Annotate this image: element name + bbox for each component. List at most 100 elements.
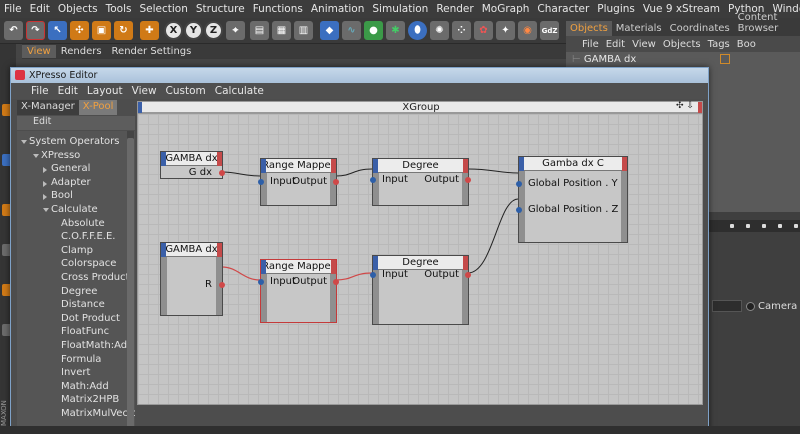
menu-item-objects[interactable]: Objects (58, 3, 98, 15)
port-output-dot[interactable] (333, 279, 339, 285)
tree-item[interactable]: Invert (61, 367, 90, 378)
node-input-handle[interactable] (373, 159, 378, 173)
node-degree-1[interactable]: Degree Input Output (370, 158, 471, 206)
xpresso-tab-x-pool[interactable]: X-Pool (78, 100, 118, 115)
node-input-handle[interactable] (161, 243, 166, 257)
xpresso-edit-menu[interactable]: Edit (17, 116, 135, 130)
xpresso-menu-edit[interactable]: Edit (58, 85, 78, 97)
redo-icon[interactable]: ↷ (26, 21, 45, 40)
node-degree-2[interactable]: Degree Input Output (370, 255, 471, 325)
objects-menu-tags[interactable]: Tags (708, 39, 730, 50)
move-icon[interactable]: ✣ (70, 21, 89, 40)
xgroup-header[interactable]: XGroup ✣ ⇩ (137, 101, 703, 114)
port-input-dot[interactable] (258, 179, 264, 185)
z-axis-icon[interactable]: Z (204, 21, 223, 40)
xpresso-menu-custom[interactable]: Custom (166, 85, 206, 97)
objects-menu-view[interactable]: View (632, 39, 656, 50)
tree-item[interactable]: Clamp (61, 245, 93, 256)
tree-item[interactable]: Matrix2HPB (61, 394, 119, 405)
add-icon[interactable]: ✚ (140, 21, 159, 40)
menu-item-functions[interactable]: Functions (253, 3, 303, 15)
render-pv-icon[interactable]: ▦ (272, 21, 291, 40)
tree-item[interactable]: Calculate (51, 204, 98, 215)
gdz-icon[interactable]: GdZ (540, 21, 559, 40)
attribute-field[interactable] (712, 300, 742, 312)
objects-menu-objects[interactable]: Objects (663, 39, 701, 50)
menu-item-selection[interactable]: Selection (139, 3, 187, 15)
object-row-gamba-dx[interactable]: ⊢ GAMBA dx (572, 54, 636, 65)
port-output-dot[interactable] (333, 179, 339, 185)
tree-item[interactable]: Math:Add (61, 381, 109, 392)
viewport-tab-renders[interactable]: Renders (56, 45, 107, 58)
port-r-dot[interactable] (219, 282, 225, 288)
menu-item-character[interactable]: Character (537, 3, 589, 15)
coord-system-icon[interactable]: ⌖ (226, 21, 245, 40)
objects-menu-boo[interactable]: Boo (737, 39, 756, 50)
node-range-mapper-1[interactable]: Range Mapper Input Output (258, 158, 339, 206)
tree-item[interactable]: FloatMath:Add (61, 340, 133, 351)
xpresso-title-bar[interactable]: XPresso Editor (11, 68, 708, 83)
camera-radio[interactable] (746, 302, 755, 311)
scene-icon[interactable]: ✺ (430, 21, 449, 40)
menu-item-mograph[interactable]: MoGraph (482, 3, 530, 15)
tree-expand-icon[interactable] (33, 153, 39, 158)
menu-item-animation[interactable]: Animation (311, 3, 365, 15)
tab-materials[interactable]: Materials (612, 21, 666, 36)
tree-item[interactable]: Colorspace (61, 258, 116, 269)
menu-item-vue-9-xstream[interactable]: Vue 9 xStream (643, 3, 720, 15)
node-input-handle[interactable] (261, 260, 266, 274)
live-select-icon[interactable]: ↖ (48, 21, 67, 40)
xpresso-menu-calculate[interactable]: Calculate (215, 85, 264, 97)
vue-icon[interactable]: ◉ (518, 21, 537, 40)
scale-icon[interactable]: ▣ (92, 21, 111, 40)
node-input-handle[interactable] (373, 256, 378, 270)
rotate-icon[interactable]: ↻ (114, 21, 133, 40)
object-tag-icon[interactable] (720, 54, 730, 64)
tree-expand-icon[interactable] (43, 167, 47, 174)
node-input-handle[interactable] (519, 157, 524, 171)
viewport-tab-render-settings[interactable]: Render Settings (107, 45, 197, 58)
node-input-handle[interactable] (261, 159, 266, 173)
port-input-dot[interactable] (258, 279, 264, 285)
node-gamba-dx-c[interactable]: Gamba dx C Global Position . Y Global Po… (516, 156, 628, 243)
node-output-handle[interactable] (331, 159, 336, 173)
xgroup-canvas[interactable]: GAMBA dx G dx Range Mapper Input Output (137, 113, 703, 405)
port-input-dot[interactable] (370, 272, 376, 278)
environment-icon[interactable]: ✦ (496, 21, 515, 40)
tree-item[interactable]: Absolute (61, 218, 105, 229)
objects-menu-file[interactable]: File (582, 39, 599, 50)
port-position-y-dot[interactable] (516, 181, 522, 187)
xpresso-menu-layout[interactable]: Layout (87, 85, 123, 97)
menu-item-render[interactable]: Render (436, 3, 473, 15)
x-axis-icon[interactable]: X (164, 21, 183, 40)
port-output-dot[interactable] (465, 177, 471, 183)
viewport-tab-view[interactable]: View (22, 45, 56, 58)
light-icon[interactable]: ⁘ (452, 21, 471, 40)
port-output-dot[interactable] (465, 272, 471, 278)
node-range-mapper-2[interactable]: Range Mapper Input Output (258, 259, 339, 323)
tree-expand-icon[interactable] (43, 208, 49, 212)
camera-icon[interactable]: ✿ (474, 21, 493, 40)
tree-item[interactable]: Distance (61, 299, 105, 310)
tree-item[interactable]: FloatFunc (61, 326, 109, 337)
node-output-handle[interactable] (331, 260, 336, 274)
node-output-handle[interactable] (463, 159, 468, 173)
node-gamba-dx-1[interactable]: GAMBA dx G dx (160, 151, 225, 179)
tree-item[interactable]: Adapter (51, 177, 91, 188)
y-axis-icon[interactable]: Y (184, 21, 203, 40)
tab-content-browser[interactable]: Content Browser (734, 10, 800, 36)
spline-icon[interactable]: ∿ (342, 21, 361, 40)
render-view-icon[interactable]: ▤ (250, 21, 269, 40)
xpresso-menu-file[interactable]: File (31, 85, 49, 97)
xgroup-move-icon[interactable]: ✣ ⇩ (676, 101, 694, 111)
cube-icon[interactable]: ◆ (320, 21, 339, 40)
tree-item[interactable]: XPresso (41, 150, 80, 161)
node-output-handle[interactable] (622, 157, 627, 171)
tree-expand-icon[interactable] (43, 194, 47, 201)
menu-item-file[interactable]: File (4, 3, 22, 15)
tab-objects[interactable]: Objects (566, 21, 612, 36)
menu-item-edit[interactable]: Edit (30, 3, 50, 15)
tab-coordinates[interactable]: Coordinates (666, 21, 734, 36)
node-output-handle[interactable] (463, 256, 468, 270)
node-output-handle[interactable] (217, 152, 222, 166)
